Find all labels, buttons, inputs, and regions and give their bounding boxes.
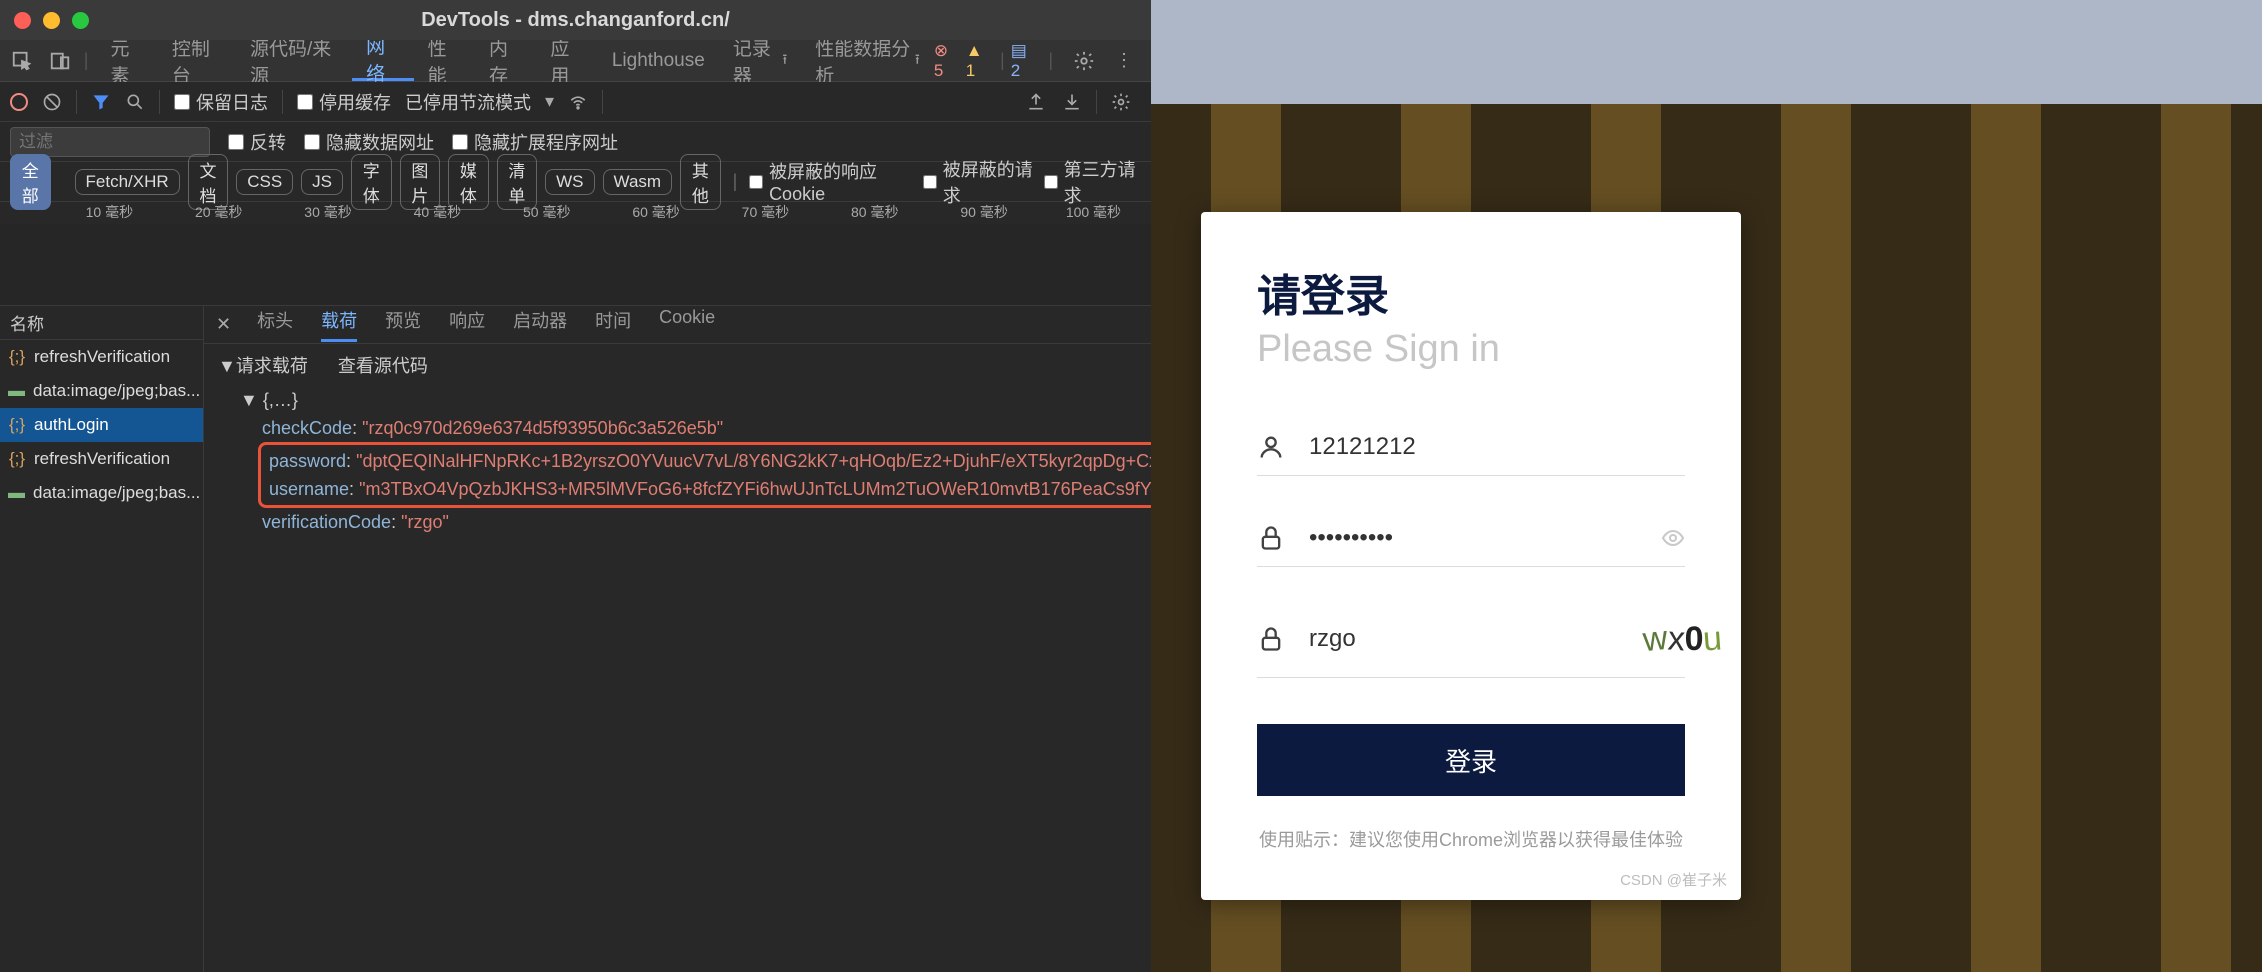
eye-icon[interactable] bbox=[1661, 526, 1685, 550]
detail-tab-时间[interactable]: 时间 bbox=[595, 307, 631, 342]
request-detail-pane: ✕ 标头载荷预览响应启动器时间Cookie ▼请求载荷 查看源代码 ▼ {,…}… bbox=[204, 306, 1308, 972]
titlebar: DevTools - dms.changanford.cn/ bbox=[0, 0, 1151, 40]
type-filter-bar: 全部Fetch/XHR文档CSSJS字体图片媒体清单WSWasm其他 | 被屏蔽… bbox=[0, 162, 1151, 202]
settings-icon[interactable] bbox=[1111, 92, 1131, 112]
max-dot[interactable] bbox=[72, 12, 89, 29]
upload-icon[interactable] bbox=[1026, 92, 1046, 112]
type-Wasm[interactable]: Wasm bbox=[603, 169, 673, 195]
login-button[interactable]: 登录 bbox=[1257, 724, 1685, 796]
target-page: 请登录 Please Sign in wx0u 登录 使用贴示：建议您使用Chr… bbox=[1151, 0, 2262, 972]
tab-应用[interactable]: 应用 bbox=[536, 40, 597, 81]
type-CSS[interactable]: CSS bbox=[236, 169, 293, 195]
disable-cache-check[interactable]: 停用缓存 bbox=[297, 89, 391, 115]
detail-tab-标头[interactable]: 标头 bbox=[257, 307, 293, 342]
kebab-icon[interactable]: ⋮ bbox=[1115, 50, 1133, 71]
chevron-down-icon[interactable]: ▾ bbox=[545, 91, 554, 112]
tab-元素[interactable]: 元素 bbox=[96, 40, 157, 81]
watermark: CSDN @崔子米 bbox=[1620, 869, 1727, 890]
login-title: 请登录 bbox=[1257, 260, 1685, 324]
payload-entry: username: "m3TBxO4VpQzbJKHS3+MR5lMVFoG6+… bbox=[265, 475, 1287, 503]
payload-entry: password: "dptQEQINalHFNpRKc+1B2yrszO0YV… bbox=[265, 447, 1287, 475]
record-icon[interactable] bbox=[10, 93, 28, 111]
tab-性能[interactable]: 性能 bbox=[414, 40, 475, 81]
detail-tab-预览[interactable]: 预览 bbox=[385, 307, 421, 342]
tab-Lighthouse[interactable]: Lighthouse bbox=[598, 40, 719, 81]
tab-记录器[interactable]: 记录器 ⭱ bbox=[719, 40, 801, 81]
lock-icon bbox=[1257, 524, 1285, 552]
warning-badge[interactable]: ▲ 1 bbox=[966, 41, 994, 81]
wifi-icon[interactable] bbox=[568, 92, 588, 112]
detail-tab-启动器[interactable]: 启动器 bbox=[513, 307, 567, 342]
detail-tab-载荷[interactable]: 载荷 bbox=[321, 307, 357, 342]
blocked-req-check[interactable]: 被屏蔽的请求 bbox=[923, 156, 1036, 208]
user-icon bbox=[1257, 433, 1285, 461]
request-row[interactable]: {;}refreshVerification bbox=[0, 442, 203, 476]
tab-源代码/来源[interactable]: 源代码/来源 bbox=[236, 40, 352, 81]
tab-内存[interactable]: 内存 bbox=[475, 40, 536, 81]
request-row[interactable]: ▬data:image/jpeg;bas... bbox=[0, 476, 203, 510]
min-dot[interactable] bbox=[43, 12, 60, 29]
clear-icon[interactable] bbox=[42, 92, 62, 112]
filter-input[interactable] bbox=[10, 127, 210, 157]
hide-data-urls-check[interactable]: 隐藏数据网址 bbox=[304, 129, 434, 155]
captcha-image[interactable]: wx0u bbox=[1643, 615, 1722, 663]
captcha-field[interactable] bbox=[1309, 625, 1619, 653]
login-card: 请登录 Please Sign in wx0u 登录 使用贴示：建议您使用Chr… bbox=[1201, 212, 1741, 900]
download-icon[interactable] bbox=[1062, 92, 1082, 112]
message-badge[interactable]: ▤ 2 bbox=[1011, 41, 1039, 81]
blocked-cookie-check[interactable]: 被屏蔽的响应 Cookie bbox=[749, 158, 915, 205]
devtools-window: DevTools - dms.changanford.cn/ | 元素控制台源代… bbox=[0, 0, 1151, 972]
throttle-select[interactable]: 已停用节流模式 bbox=[405, 89, 531, 115]
tab-性能数据分析[interactable]: 性能数据分析 ⭱ bbox=[801, 40, 934, 81]
type-JS[interactable]: JS bbox=[301, 169, 343, 195]
tab-网络[interactable]: 网络 bbox=[352, 40, 413, 81]
payload-entry: verificationCode: "rzgo" bbox=[218, 508, 1294, 536]
login-subtitle: Please Sign in bbox=[1257, 328, 1685, 371]
window-title: DevTools - dms.changanford.cn/ bbox=[421, 9, 730, 32]
view-source-link[interactable]: 查看源代码 bbox=[338, 352, 428, 380]
tab-控制台[interactable]: 控制台 bbox=[158, 40, 236, 81]
filter-icon[interactable] bbox=[91, 92, 111, 112]
close-icon[interactable]: ✕ bbox=[216, 314, 231, 335]
detail-tab-响应[interactable]: 响应 bbox=[449, 307, 485, 342]
lock-icon bbox=[1257, 625, 1285, 653]
preserve-log-check[interactable]: 保留日志 bbox=[174, 89, 268, 115]
request-row[interactable]: {;}authLogin bbox=[0, 408, 203, 442]
request-list-pane: 名称 {;}refreshVerification▬data:image/jpe… bbox=[0, 306, 204, 972]
inspect-icon[interactable] bbox=[8, 46, 36, 76]
username-field[interactable] bbox=[1309, 433, 1685, 461]
search-icon[interactable] bbox=[125, 92, 145, 112]
close-dot[interactable] bbox=[14, 12, 31, 29]
device-icon[interactable] bbox=[46, 46, 74, 76]
hide-ext-urls-check[interactable]: 隐藏扩展程序网址 bbox=[452, 129, 618, 155]
status-badges: ⊗ 5 ▲ 1 | ▤ 2 bbox=[934, 41, 1038, 81]
name-header: 名称 bbox=[0, 306, 203, 340]
gear-icon[interactable] bbox=[1073, 50, 1095, 72]
thirdparty-check[interactable]: 第三方请求 bbox=[1044, 156, 1141, 208]
type-Fetch/XHR[interactable]: Fetch/XHR bbox=[75, 169, 180, 195]
error-badge[interactable]: ⊗ 5 bbox=[934, 41, 960, 81]
type-WS[interactable]: WS bbox=[545, 169, 594, 195]
timeline[interactable]: 10 毫秒20 毫秒30 毫秒40 毫秒50 毫秒60 毫秒70 毫秒80 毫秒… bbox=[0, 202, 1151, 306]
request-row[interactable]: {;}refreshVerification bbox=[0, 340, 203, 374]
main-tabs: | 元素控制台源代码/来源网络性能内存应用Lighthouse记录器 ⭱性能数据… bbox=[0, 40, 1151, 82]
detail-tab-Cookie[interactable]: Cookie bbox=[659, 307, 715, 342]
password-field[interactable] bbox=[1309, 524, 1637, 552]
traffic-lights bbox=[14, 12, 89, 29]
request-row[interactable]: ▬data:image/jpeg;bas... bbox=[0, 374, 203, 408]
network-toolbar: 保留日志 停用缓存 已停用节流模式 ▾ bbox=[0, 82, 1151, 122]
payload-entry: checkCode: "rzq0c970d269e6374d5f93950b6c… bbox=[218, 414, 1294, 442]
login-hint: 使用贴示：建议您使用Chrome浏览器以获得最佳体验 bbox=[1257, 826, 1685, 852]
payload-section-label: 请求载荷 bbox=[236, 356, 308, 376]
invert-check[interactable]: 反转 bbox=[228, 129, 286, 155]
